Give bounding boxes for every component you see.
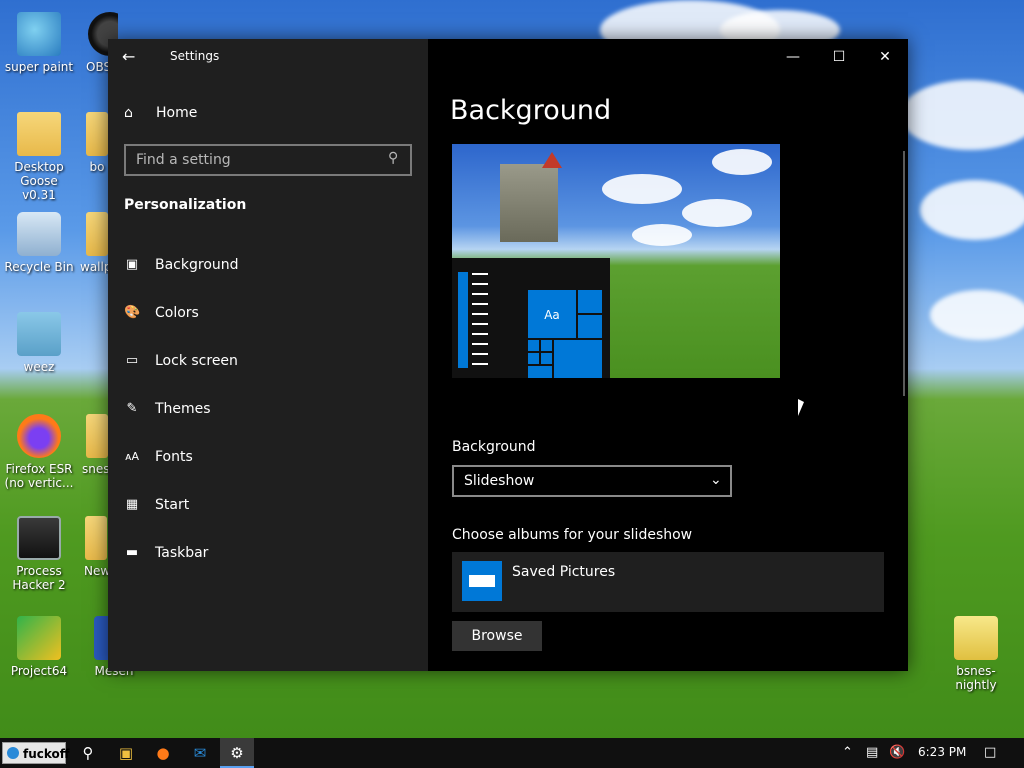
volume-muted-icon[interactable]: 🔇 xyxy=(889,744,905,762)
cloud xyxy=(712,149,772,175)
mouse-cursor xyxy=(798,399,804,416)
desk-icon-wallp[interactable]: wallp xyxy=(80,212,108,274)
desk-icon-process-hacker[interactable]: Process Hacker 2 xyxy=(2,516,76,592)
sidebar-item-themes[interactable]: ✎ Themes xyxy=(124,393,412,425)
desk-icon-project64[interactable]: Project64 xyxy=(2,616,76,678)
network-icon[interactable]: ▤ xyxy=(866,744,878,762)
sidebar-item-label: Themes xyxy=(155,401,211,417)
close-button[interactable]: ✕ xyxy=(862,45,908,69)
chevron-down-icon: ⌄ xyxy=(710,472,722,488)
search-icon[interactable]: ⚲ xyxy=(78,743,98,763)
firefox-icon[interactable]: ● xyxy=(153,743,173,763)
album-item[interactable]: Saved Pictures xyxy=(452,552,884,612)
folder-icon xyxy=(86,212,108,256)
albums-label: Choose albums for your slideshow xyxy=(452,527,693,543)
section-heading: Personalization xyxy=(124,197,247,213)
scrollbar[interactable] xyxy=(903,151,905,396)
recycle-bin-icon xyxy=(17,212,61,256)
desk-icon-recycle-bin[interactable]: Recycle Bin xyxy=(2,212,76,274)
home-label: Home xyxy=(156,105,198,121)
preview-tile-text: Aa xyxy=(544,308,560,322)
start-icon: ▦ xyxy=(125,497,139,512)
desk-icon-super-paint[interactable]: super paint xyxy=(2,12,76,74)
cloud xyxy=(632,224,692,246)
themes-icon: ✎ xyxy=(126,401,138,416)
background-label: Background xyxy=(452,439,536,455)
folder-icon xyxy=(86,112,108,156)
background-select[interactable]: Slideshow xyxy=(452,465,732,497)
cloud xyxy=(900,80,1024,150)
start-orb-icon xyxy=(7,747,19,759)
palette-icon: 🎨 xyxy=(124,305,141,320)
preview-tiles xyxy=(528,290,602,378)
search-input[interactable]: Find a setting xyxy=(124,144,412,176)
monitor-icon xyxy=(17,516,61,560)
background-preview: Aa xyxy=(452,144,780,378)
sidebar-item-label: Lock screen xyxy=(155,353,238,369)
castle-image xyxy=(500,164,558,242)
sidebar-item-fonts[interactable]: ᴀA Fonts xyxy=(124,441,412,473)
clock[interactable]: 6:23 PM xyxy=(918,745,966,759)
sidebar-item-label: Fonts xyxy=(155,449,193,465)
search-icon[interactable]: ⚲ xyxy=(388,150,406,168)
folder-icon xyxy=(85,516,107,560)
sidebar-item-label: Background xyxy=(155,257,239,273)
desk-icon-new[interactable]: New xyxy=(84,516,108,578)
settings-sidebar: ← Settings ⌂ Home Find a setting ⚲ Perso… xyxy=(108,39,428,671)
project64-icon xyxy=(17,616,61,660)
taskbar: fuckoff ⚲ ▣ ● ✉ ⚙ ⌃ ▤ 🔇 6:23 PM □ xyxy=(0,738,1024,768)
back-arrow-icon[interactable]: ← xyxy=(122,47,142,67)
image-icon: ▣ xyxy=(125,257,139,272)
outlook-icon[interactable]: ✉ xyxy=(190,743,210,763)
folder-icon xyxy=(17,112,61,156)
lock-screen-icon: ▭ xyxy=(125,353,139,368)
settings-window: ← Settings ⌂ Home Find a setting ⚲ Perso… xyxy=(108,39,908,671)
firefox-icon xyxy=(17,414,61,458)
preview-menu-lines xyxy=(458,272,488,368)
desk-icon-snes[interactable]: snes xyxy=(82,414,108,476)
desk-icon-bsnes[interactable]: bsnes-nightly xyxy=(936,616,1016,692)
maximize-button[interactable]: ☐ xyxy=(816,45,862,69)
window-title: Settings xyxy=(170,49,220,63)
cloud xyxy=(930,290,1024,340)
desk-icon-firefox[interactable]: Firefox ESR (no vertic... xyxy=(2,414,76,490)
sidebar-item-colors[interactable]: 🎨 Colors xyxy=(124,297,412,329)
album-name: Saved Pictures xyxy=(512,564,616,580)
album-folder-icon xyxy=(462,561,502,601)
paint-app-icon xyxy=(17,12,61,56)
sidebar-item-background[interactable]: ▣ Background xyxy=(124,249,412,281)
browse-button[interactable]: Browse xyxy=(452,621,542,651)
sidebar-item-taskbar[interactable]: ▬ Taskbar xyxy=(124,537,412,569)
desk-icon-bo[interactable]: bo xyxy=(86,112,108,174)
sidebar-item-label: Start xyxy=(155,497,190,513)
cloud xyxy=(682,199,752,227)
start-button[interactable]: fuckoff xyxy=(2,742,70,764)
fonts-icon: ᴀA xyxy=(124,450,140,463)
settings-main: — ☐ ✕ Background Aa Background Slideshow… xyxy=(428,39,908,671)
desk-icon-weez[interactable]: weez xyxy=(2,312,76,374)
desk-icon-desktop-goose[interactable]: Desktop Goose v0.31 xyxy=(2,112,76,202)
bsnes-icon xyxy=(954,616,998,660)
home-nav[interactable]: ⌂ Home xyxy=(124,103,197,123)
image-file-icon xyxy=(17,312,61,356)
gear-icon[interactable]: ⚙ xyxy=(227,743,247,763)
sidebar-item-label: Taskbar xyxy=(155,545,209,561)
home-icon: ⌂ xyxy=(124,105,133,121)
file-explorer-icon[interactable]: ▣ xyxy=(116,743,136,763)
taskbar-icon: ▬ xyxy=(125,545,139,560)
minimize-button[interactable]: — xyxy=(770,45,816,69)
sidebar-item-start[interactable]: ▦ Start xyxy=(124,489,412,521)
cloud xyxy=(920,180,1024,240)
chevron-up-icon[interactable]: ⌃ xyxy=(842,744,853,762)
folder-icon xyxy=(86,414,108,458)
sidebar-item-lock-screen[interactable]: ▭ Lock screen xyxy=(124,345,412,377)
start-label: fuckoff xyxy=(23,747,70,761)
castle-roof xyxy=(542,152,562,168)
page-title: Background xyxy=(450,95,612,126)
sidebar-item-label: Colors xyxy=(155,305,199,321)
cloud xyxy=(602,174,682,204)
action-center-icon[interactable]: □ xyxy=(984,744,996,762)
